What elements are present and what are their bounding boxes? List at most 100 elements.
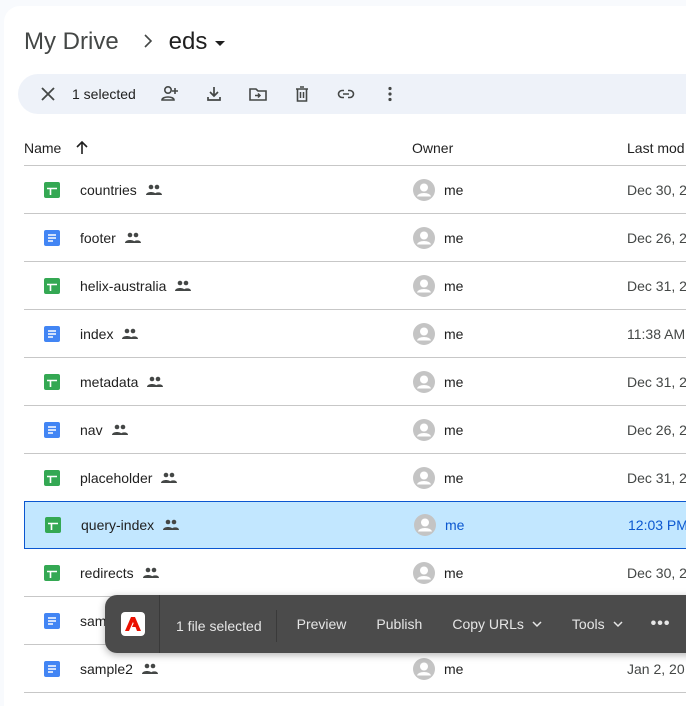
download-button[interactable] — [194, 74, 234, 114]
shared-icon — [163, 519, 180, 530]
copy-urls-dropdown[interactable]: Copy URLs — [442, 616, 552, 632]
avatar-icon — [413, 657, 435, 680]
download-icon — [206, 87, 221, 101]
owner-cell: me — [412, 274, 627, 298]
extension-action-bar: 1 file selected Preview Publish Copy URL… — [105, 595, 686, 653]
file-row[interactable]: placeholder me Dec 31, 20 — [24, 454, 686, 502]
extension-logo — [105, 595, 160, 653]
last-modified: Dec 31, 20 — [627, 373, 686, 390]
file-name-cell: footer — [24, 229, 412, 246]
file-name: helix-australia — [80, 277, 167, 294]
google-sheets-icon — [44, 469, 60, 486]
owner-name: me — [444, 277, 464, 294]
shared-icon — [141, 663, 158, 674]
file-row[interactable]: index me 11:38 AM — [24, 310, 686, 358]
folder-name: eds — [168, 28, 208, 55]
file-name: sam — [80, 612, 107, 629]
file-name: footer — [80, 229, 116, 246]
file-row[interactable]: countries me Dec 30, 2 — [24, 166, 686, 214]
link-icon — [337, 89, 355, 99]
more-vert-icon — [388, 86, 392, 102]
breadcrumb-my-drive[interactable]: My Drive — [24, 28, 119, 56]
shared-icon — [147, 376, 164, 387]
avatar-icon — [414, 514, 436, 536]
preview-button[interactable]: Preview — [287, 616, 357, 632]
owner-cell: me — [412, 418, 627, 442]
publish-label: Publish — [376, 616, 423, 632]
owner-name: me — [444, 469, 464, 486]
shared-icon — [175, 280, 192, 291]
more-actions-button[interactable] — [370, 74, 410, 114]
google-sheets-icon — [44, 277, 60, 294]
file-row[interactable]: footer me Dec 26, 2 — [24, 214, 686, 262]
google-docs-icon — [44, 421, 60, 438]
file-name: nav — [80, 421, 103, 438]
sort-ascending-icon[interactable] — [73, 139, 91, 157]
chevron-right-icon — [143, 32, 153, 53]
copy-link-button[interactable] — [326, 74, 366, 114]
publish-button[interactable]: Publish — [366, 616, 432, 632]
last-modified: Dec 30, 2 — [627, 564, 686, 581]
close-icon — [41, 87, 55, 101]
google-docs-icon — [44, 612, 60, 629]
last-modified: 11:38 AM — [627, 325, 686, 342]
owner-cell: me — [412, 657, 627, 681]
google-sheets-icon — [45, 517, 61, 533]
clear-selection-button[interactable] — [28, 74, 68, 114]
owner-name: me — [445, 517, 465, 533]
shared-icon — [161, 472, 178, 483]
file-name-cell: index — [24, 325, 412, 342]
file-row[interactable]: redirects me Dec 30, 2 — [24, 549, 686, 597]
owner-cell: me — [412, 178, 627, 202]
column-header-modified[interactable]: Last mod — [627, 140, 685, 156]
column-header-owner[interactable]: Owner — [412, 140, 627, 156]
avatar-icon — [413, 418, 435, 441]
file-row[interactable]: metadata me Dec 31, 20 — [24, 358, 686, 406]
file-row[interactable]: helix-australia me Dec 31, 20 — [24, 262, 686, 310]
owner-cell: me — [412, 226, 627, 250]
owner-name: me — [444, 421, 464, 438]
preview-label: Preview — [296, 616, 347, 632]
owner-name: me — [444, 564, 464, 581]
chevron-down-icon — [532, 621, 542, 628]
owner-cell: me — [412, 370, 627, 394]
file-name-cell: placeholder — [24, 469, 412, 486]
file-name-cell: helix-australia — [24, 277, 412, 294]
avatar-icon — [413, 322, 435, 345]
file-name: countries — [80, 181, 137, 198]
shared-icon — [142, 567, 159, 578]
adobe-logo-icon — [125, 617, 141, 631]
breadcrumb: My Drive eds — [24, 26, 226, 58]
google-docs-icon — [44, 325, 60, 342]
owner-name: me — [444, 660, 464, 677]
move-button[interactable] — [238, 74, 278, 114]
share-button[interactable] — [150, 74, 190, 114]
last-modified: 12:03 PM — [628, 517, 686, 533]
copy-urls-label: Copy URLs — [452, 616, 524, 632]
google-sheets-icon — [44, 373, 60, 390]
move-to-folder-icon — [249, 88, 267, 101]
delete-button[interactable] — [282, 74, 322, 114]
last-modified: Jan 2, 20 — [627, 660, 685, 677]
google-sheets-icon — [44, 564, 60, 581]
file-name: placeholder — [80, 469, 153, 486]
file-name: sample2 — [80, 660, 133, 677]
avatar-icon — [413, 226, 435, 249]
file-row[interactable]: query-index me 12:03 PM — [24, 501, 686, 549]
tools-dropdown[interactable]: Tools — [562, 616, 633, 632]
last-modified: Dec 30, 2 — [627, 181, 686, 198]
avatar-icon — [413, 466, 435, 489]
avatar-icon — [413, 178, 435, 201]
more-options-button[interactable]: ••• — [651, 615, 671, 633]
file-name-cell: sample2 — [24, 660, 412, 677]
breadcrumb-current-folder[interactable]: eds — [169, 28, 226, 56]
file-name-cell: redirects — [24, 564, 412, 581]
last-modified: Dec 31, 20 — [627, 277, 686, 294]
file-row[interactable]: nav me Dec 26, 2 — [24, 406, 686, 454]
tools-label: Tools — [571, 616, 605, 632]
last-modified: Dec 31, 20 — [627, 469, 686, 486]
extension-selected-count: 1 file selected — [160, 609, 277, 642]
caret-down-icon — [215, 40, 226, 46]
selected-count: 1 selected — [72, 86, 136, 102]
column-header-name[interactable]: Name — [24, 139, 412, 157]
